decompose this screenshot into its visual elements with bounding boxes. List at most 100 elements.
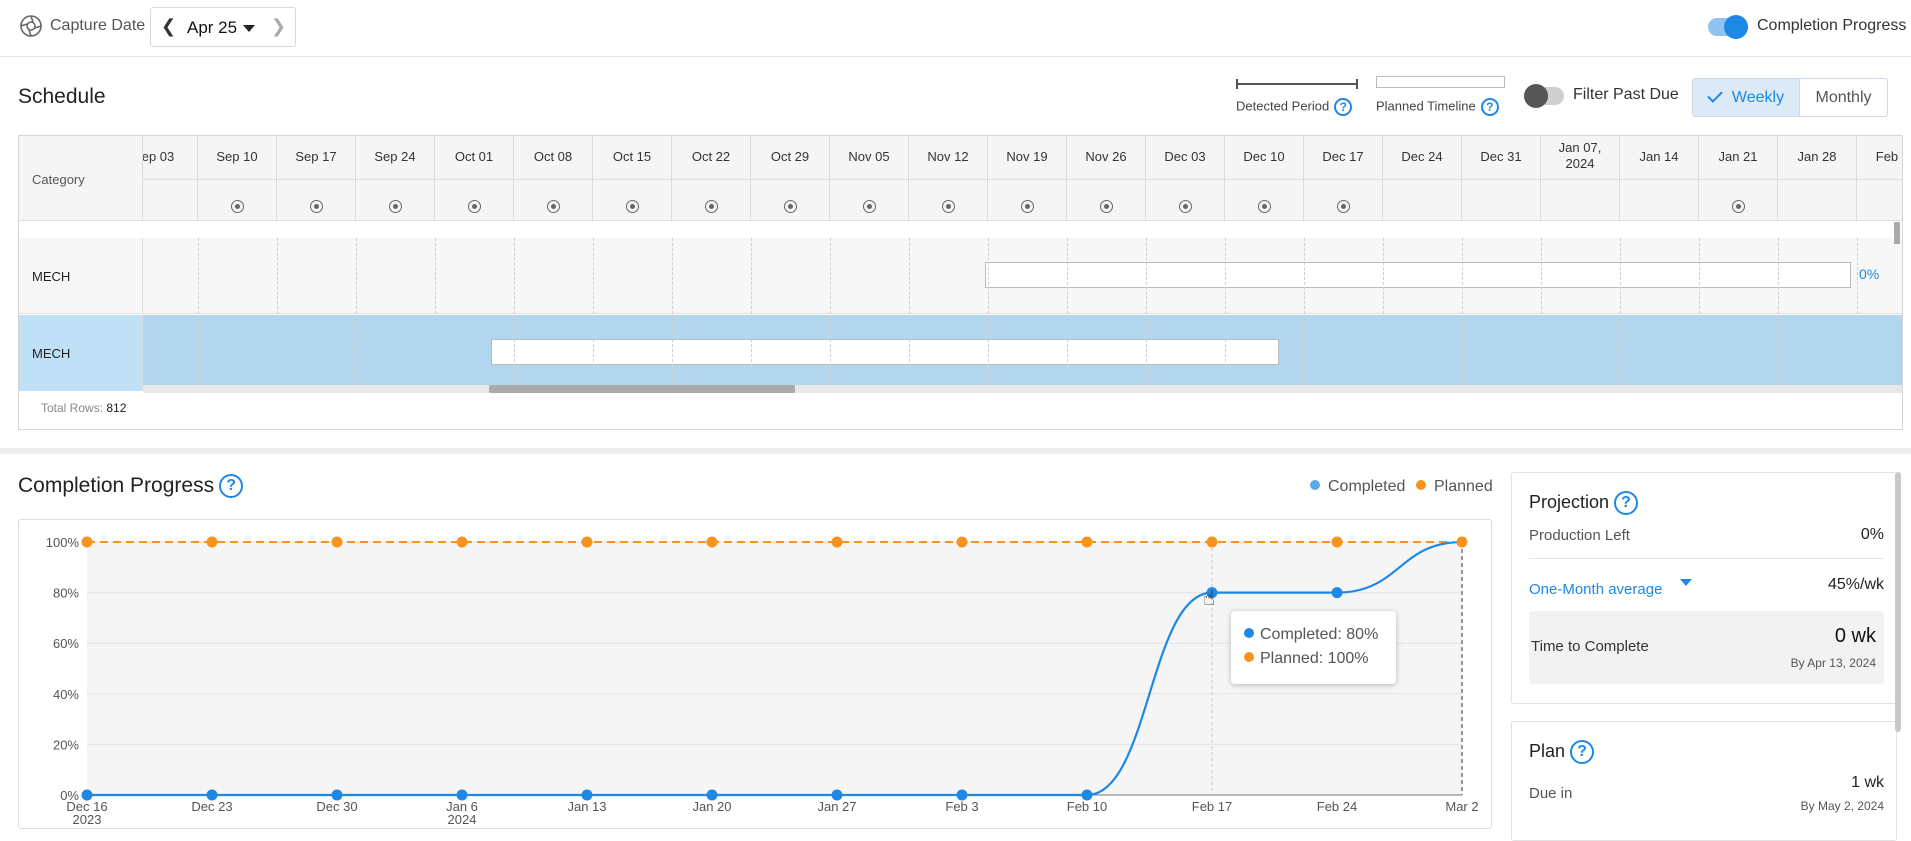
capture-marker-icon[interactable] (388, 200, 402, 213)
vertical-scrollbar[interactable] (1894, 222, 1900, 429)
panel-scrollbar[interactable] (1895, 472, 1901, 732)
week-label: Sep 24 (374, 149, 416, 164)
week-column-header: Nov 26 (1067, 136, 1146, 220)
week-column-header: Sep 24 (356, 136, 435, 220)
time-to-complete-card: Time to Complete 0 wk By Apr 13, 2024 (1529, 611, 1884, 684)
week-label: Oct 08 (533, 149, 573, 164)
production-left-label: Production Left (1529, 527, 1630, 544)
row-timeline (143, 315, 1894, 391)
week-label: Oct 22 (691, 149, 731, 164)
week-column-header: Jan 28 (1778, 136, 1857, 220)
week-label: Nov 19 (1006, 149, 1048, 164)
weekly-view-button[interactable]: Weekly (1693, 79, 1800, 116)
week-label: Jan 28 (1797, 149, 1837, 164)
capture-marker-icon[interactable] (467, 200, 481, 213)
capture-marker-icon[interactable] (1020, 200, 1034, 213)
x-tick-label: Feb 24 (1317, 799, 1357, 814)
week-column-header: Dec 24 (1383, 136, 1462, 220)
week-column-header: Dec 10 (1225, 136, 1304, 220)
capture-marker-icon[interactable] (941, 200, 955, 213)
week-label: Nov 05 (848, 149, 890, 164)
week-header: ep 03 Sep 10 Sep 17 Sep 24 Oct 01 Oct 08 Oct 1… (143, 136, 1902, 221)
category-column-header[interactable]: Category (19, 136, 143, 221)
week-column-header: Sep 17 (277, 136, 356, 220)
x-tick-label: Jan 13 (567, 799, 606, 814)
projection-panel: Projection? Production Left 0% One-Month… (1511, 472, 1897, 704)
capture-marker-icon[interactable] (1178, 200, 1192, 213)
capture-marker-icon[interactable] (625, 200, 639, 213)
data-point-planned (706, 536, 718, 548)
week-label: Dec 03 (1164, 149, 1206, 164)
filter-past-due-toggle[interactable] (1524, 84, 1564, 108)
section-divider (0, 448, 1911, 454)
average-selector[interactable]: One-Month average (1529, 581, 1662, 598)
capture-date-value[interactable]: Apr 25 (187, 18, 237, 38)
horizontal-scrollbar[interactable] (143, 385, 1902, 393)
time-to-complete-value: 0 wk (1834, 625, 1876, 647)
y-tick-label: 20% (53, 737, 79, 752)
y-tick-label: 80% (53, 586, 79, 601)
capture-marker-icon[interactable] (546, 200, 560, 213)
row-category: MECH (19, 238, 143, 314)
y-tick-label: 60% (53, 636, 79, 651)
table-row[interactable]: MECH (19, 315, 1902, 391)
top-bar: Capture Date ❮ Apr 25 ❯ Completion Progr… (0, 0, 1911, 57)
time-to-complete-date: By Apr 13, 2024 (1790, 656, 1876, 670)
week-column-header: Oct 01 (435, 136, 514, 220)
capture-marker-icon[interactable] (1099, 200, 1113, 213)
planned-timeline-legend: Planned Timeline? (1376, 98, 1499, 116)
plan-panel: Plan? Due in 1 wk By May 2, 2024 (1511, 721, 1897, 841)
help-icon[interactable]: ? (1334, 98, 1353, 116)
help-icon[interactable]: ? (1480, 98, 1499, 116)
help-icon[interactable]: ? (1614, 491, 1639, 515)
week-label: Dec 17 (1322, 149, 1364, 164)
data-point-planned (206, 536, 218, 548)
view-mode-selector[interactable]: Weekly Monthly (1692, 78, 1888, 117)
capture-marker-icon[interactable] (704, 200, 718, 213)
x-tick-label: Jan 20 (692, 799, 731, 814)
caret-down-icon[interactable] (243, 25, 255, 32)
chevron-right-icon[interactable]: ❯ (271, 16, 286, 37)
capture-date-label: Capture Date (50, 17, 146, 34)
capture-marker-icon[interactable] (862, 200, 876, 213)
row-progress-percent: 0% (1859, 266, 1880, 282)
data-point-planned (1456, 536, 1468, 548)
data-point-planned (1081, 536, 1093, 548)
data-point-completed (206, 789, 218, 801)
planned-timeline-bar[interactable] (491, 339, 1279, 365)
week-column-header: Oct 08 (514, 136, 593, 220)
capture-marker-icon[interactable] (1336, 200, 1350, 213)
x-tick-label: Feb 3 (945, 799, 978, 814)
capture-marker-icon[interactable] (783, 200, 797, 213)
week-label: Feb 04 (1875, 149, 1902, 164)
capture-marker-icon[interactable] (230, 200, 244, 213)
completion-progress-toggle[interactable] (1708, 15, 1748, 39)
data-point-planned (1206, 536, 1218, 548)
week-label: Nov 26 (1085, 149, 1127, 164)
week-label: Jan 07, 2024 (1558, 140, 1602, 171)
legend-completed[interactable]: Completed (1310, 478, 1405, 496)
capture-marker-icon[interactable] (309, 200, 323, 213)
week-column-header: Dec 03 (1146, 136, 1225, 220)
week-column-header: Oct 15 (593, 136, 672, 220)
chevron-left-icon[interactable]: ❮ (161, 16, 176, 37)
capture-marker-icon[interactable] (1257, 200, 1271, 213)
planned-timeline-bar[interactable] (985, 262, 1851, 288)
data-point-completed (81, 789, 93, 801)
total-rows: Total Rows: 812 (41, 401, 127, 415)
legend-planned[interactable]: Planned (1416, 478, 1493, 496)
help-icon[interactable]: ? (1570, 740, 1595, 764)
row-category: MECH (19, 315, 143, 391)
caret-down-icon[interactable] (1680, 579, 1692, 586)
monthly-view-button[interactable]: Monthly (1800, 79, 1887, 116)
week-column-header: Oct 29 (751, 136, 830, 220)
x-tick-label: 2024 (448, 812, 477, 827)
x-tick-label: Dec 30 (316, 799, 357, 814)
y-tick-label: 40% (53, 687, 79, 702)
week-column-header: Oct 22 (672, 136, 751, 220)
table-row[interactable]: MECH 0% (19, 238, 1902, 314)
capture-marker-icon[interactable] (1731, 200, 1745, 213)
help-icon[interactable]: ? (219, 474, 244, 499)
capture-date-picker[interactable]: ❮ Apr 25 ❯ (150, 7, 296, 47)
completion-progress-toggle-label: Completion Progress (1757, 17, 1907, 34)
